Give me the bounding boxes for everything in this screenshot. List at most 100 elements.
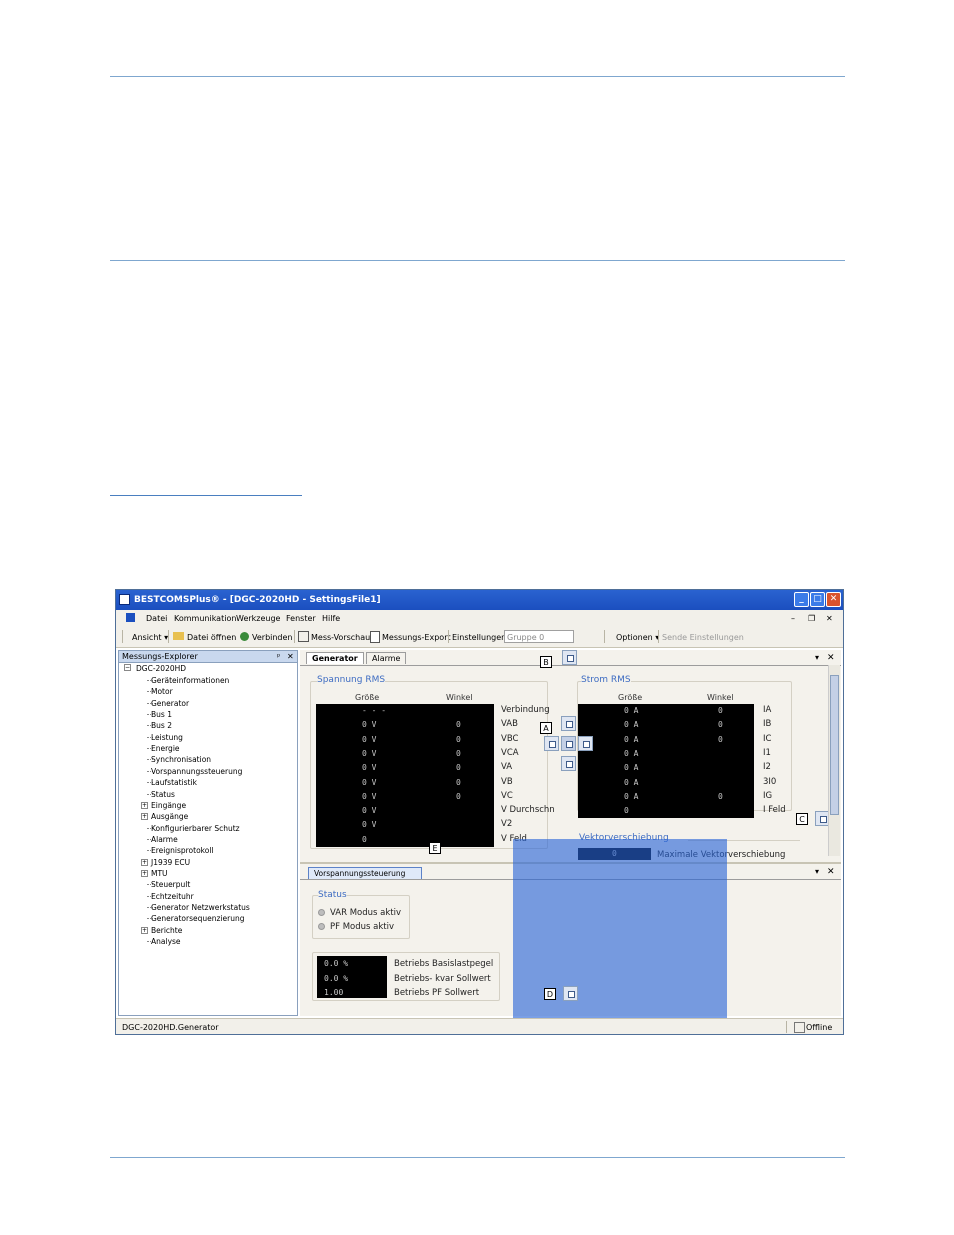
expand-icon[interactable]: + bbox=[141, 858, 148, 866]
strom-col-angle: Winkel bbox=[707, 693, 734, 702]
spannung-row-label: VA bbox=[501, 762, 513, 773]
close-button[interactable]: ✕ bbox=[826, 592, 841, 607]
spannung-angle-value: 0 bbox=[456, 777, 461, 787]
strom-row-label: IG bbox=[763, 790, 773, 801]
tree-item[interactable]: Status bbox=[151, 790, 175, 799]
scrollbar-thumb[interactable] bbox=[830, 675, 839, 815]
dock-center-icon[interactable] bbox=[561, 736, 576, 751]
gruppe-select-value: Gruppe 0 bbox=[507, 633, 545, 642]
collapse-icon[interactable]: − bbox=[124, 664, 131, 671]
tree-item[interactable]: Berichte bbox=[151, 926, 182, 935]
mdi-minimize-button[interactable]: – bbox=[791, 614, 795, 623]
tree-item[interactable]: Konfigurierbarer Schutz bbox=[151, 824, 240, 833]
spannung-display bbox=[316, 704, 494, 847]
tab-alarme[interactable]: Alarme bbox=[366, 652, 406, 664]
tree-item[interactable]: Ereignisprotokoll bbox=[151, 846, 214, 855]
menu-fenster[interactable]: Fenster bbox=[286, 614, 316, 623]
tree-item[interactable]: Alarme bbox=[151, 835, 178, 844]
strom-angle-value: 0 bbox=[718, 734, 723, 744]
strom-angle-value: 0 bbox=[718, 720, 723, 730]
underline-link bbox=[110, 495, 302, 496]
dock-left-icon[interactable] bbox=[544, 736, 559, 751]
spannung-size-value: 0 V bbox=[362, 748, 377, 758]
explorer-header: Messungs-Explorer ᵖ ✕ bbox=[119, 651, 297, 663]
messungs-export-button[interactable]: Messungs-Export bbox=[382, 633, 451, 642]
menu-werkzeuge[interactable]: Werkzeuge bbox=[236, 614, 280, 623]
gruppe-select[interactable]: Gruppe 0 bbox=[504, 630, 574, 643]
tree-item[interactable]: Eingänge bbox=[151, 801, 186, 810]
callout-e: E bbox=[429, 842, 441, 854]
mdi-close-button[interactable]: ✕ bbox=[826, 614, 833, 623]
tab-dropdown-icon[interactable]: ▾ bbox=[815, 653, 819, 662]
strom-row-label: 3I0 bbox=[763, 776, 777, 787]
tree-item[interactable]: Laufstatistik bbox=[151, 778, 197, 787]
tree-root[interactable]: DGC-2020HD bbox=[136, 664, 186, 673]
menu-kommunikation[interactable]: Kommunikation bbox=[174, 614, 236, 623]
pf-modus-led-icon bbox=[318, 923, 325, 930]
explorer-close-icon[interactable]: ✕ bbox=[287, 652, 294, 661]
datei-oeffnen-button[interactable]: Datei öffnen bbox=[187, 633, 236, 642]
tree-item[interactable]: Generatorsequenzierung bbox=[151, 914, 244, 923]
tree-item[interactable]: MTU bbox=[151, 869, 168, 878]
sende-einstellungen-button[interactable]: Sende Einstellungen bbox=[662, 633, 744, 642]
strom-row-label: IB bbox=[763, 719, 772, 730]
tree-item[interactable]: Synchronisation bbox=[151, 755, 211, 764]
tree-item[interactable]: Generator bbox=[151, 699, 189, 708]
tab-vorspannungssteuerung[interactable]: Vorspannungssteuerung bbox=[308, 867, 422, 879]
expand-icon[interactable]: + bbox=[141, 801, 148, 809]
bottom-tab-dropdown-icon[interactable]: ▾ bbox=[815, 867, 819, 876]
betrieb-value: 0.0 % bbox=[324, 959, 349, 968]
minimize-button[interactable]: _ bbox=[794, 592, 809, 607]
tree-item[interactable]: Energie bbox=[151, 744, 180, 753]
app-icon bbox=[119, 594, 130, 605]
maximize-button[interactable]: □ bbox=[810, 592, 825, 607]
menu-datei[interactable]: Datei bbox=[146, 614, 167, 623]
title-bar[interactable]: BESTCOMSPlus® - [DGC-2020HD - SettingsFi… bbox=[116, 590, 843, 610]
mess-vorschau-button[interactable]: Mess-Vorschau bbox=[311, 633, 370, 642]
tree-item[interactable]: Motor bbox=[151, 687, 173, 696]
spannung-angle-value: 0 bbox=[456, 720, 461, 730]
tree-item[interactable]: Ausgänge bbox=[151, 812, 188, 821]
mdi-restore-button[interactable]: ❐ bbox=[808, 614, 815, 623]
expand-icon[interactable]: + bbox=[141, 926, 148, 934]
main-panel: Generator Alarme ▾ ✕ Spannung RMS Größe … bbox=[300, 650, 841, 1034]
tree-item[interactable]: Geräteinformationen bbox=[151, 676, 229, 685]
tree-item[interactable]: Leistung bbox=[151, 733, 183, 742]
expand-icon[interactable]: + bbox=[141, 813, 148, 821]
verbinden-button[interactable]: Verbinden bbox=[252, 633, 293, 642]
spannung-row-label: Verbindung bbox=[501, 705, 550, 715]
spannung-row-label: VB bbox=[501, 776, 513, 787]
tree-item[interactable]: Vorspannungssteuerung bbox=[151, 767, 242, 776]
tree-item[interactable]: J1939 ECU bbox=[151, 858, 190, 867]
vertical-scrollbar[interactable] bbox=[828, 665, 840, 856]
explorer-title: Messungs-Explorer bbox=[122, 652, 198, 661]
strom-size-value: 0 A bbox=[624, 734, 639, 744]
dock-right-icon[interactable] bbox=[578, 736, 593, 751]
spannung-size-value: 0 V bbox=[362, 806, 377, 816]
dock-bottom-icon[interactable] bbox=[561, 756, 576, 771]
tree-item[interactable]: Bus 2 bbox=[151, 721, 172, 730]
tab-generator[interactable]: Generator bbox=[306, 652, 364, 664]
betrieb-label: Betriebs PF Sollwert bbox=[394, 988, 480, 998]
pin-icon[interactable]: ᵖ bbox=[277, 652, 280, 661]
menu-hilfe[interactable]: Hilfe bbox=[322, 614, 340, 623]
dock-panel-bottom-icon[interactable] bbox=[563, 986, 578, 1001]
tree-item[interactable]: Steuerpult bbox=[151, 880, 190, 889]
tab-close-icon[interactable]: ✕ bbox=[827, 653, 835, 663]
ansicht-button[interactable]: Ansicht ▾ bbox=[132, 633, 168, 642]
tree-item[interactable]: Generator Netzwerkstatus bbox=[151, 903, 250, 912]
dock-panel-top-icon[interactable] bbox=[562, 650, 577, 665]
spannung-size-value: 0 V bbox=[362, 763, 377, 773]
toolbar-separator bbox=[294, 630, 295, 643]
optionen-button[interactable]: Optionen ▾ bbox=[616, 633, 659, 642]
tree-item[interactable]: Echtzeituhr bbox=[151, 892, 194, 901]
einstellungen-label: Einstellungen bbox=[452, 633, 507, 642]
expand-icon[interactable]: + bbox=[141, 869, 148, 877]
tree-item[interactable]: Bus 1 bbox=[151, 710, 172, 719]
header-rule bbox=[110, 260, 845, 261]
dock-top-icon[interactable] bbox=[561, 716, 576, 731]
toolbar-grip bbox=[604, 630, 605, 643]
tree-item[interactable]: Analyse bbox=[151, 937, 181, 946]
bottom-tab-close-icon[interactable]: ✕ bbox=[827, 867, 835, 877]
strom-size-value: 0 A bbox=[624, 763, 639, 773]
